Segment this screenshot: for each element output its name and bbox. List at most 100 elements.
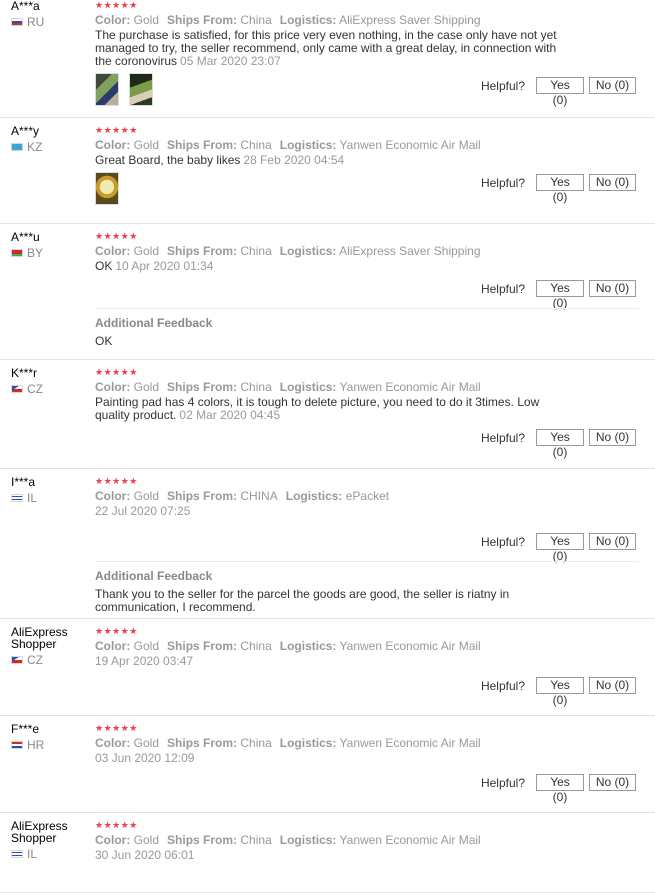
color-label: Color: — [95, 138, 131, 152]
reviewer-info: AliExpress Shopper IL — [11, 820, 89, 861]
review-content: ★★★★★ ★★★★★ Color: Gold Ships From: China Lo… — [95, 820, 565, 862]
review-content: ★★★★★ ★★★★★ Color: Gold Ships From: China Lo… — [95, 626, 565, 668]
review-date: 28 Feb 2020 04:54 — [243, 153, 345, 167]
review-body: 03 Jun 2020 12:09 — [95, 752, 565, 765]
country-flag-icon — [11, 249, 23, 257]
reviewer-country: IL — [11, 847, 89, 861]
review-date: 30 Jun 2020 06:01 — [95, 848, 195, 862]
review-photo-thumbnail[interactable] — [95, 172, 119, 205]
helpful-no-button[interactable]: No (0) — [589, 677, 636, 694]
helpful-yes-button[interactable]: Yes (0) — [536, 77, 584, 107]
country-code: HR — [27, 738, 45, 752]
star-rating: ★★★★★ ★★★★★ — [95, 626, 153, 636]
reviewer-name: A***y — [11, 124, 40, 138]
color-value: Gold — [133, 736, 160, 750]
logistics-value: AliExpress Saver Shipping — [339, 244, 481, 258]
star-rating: ★★★★★ ★★★★★ — [95, 367, 153, 377]
logistics-label: Logistics: — [279, 736, 337, 750]
review-card: AliExpress Shopper CZ ★★★★★ ★★★★★ Color: Gol… — [0, 619, 655, 716]
helpful-no-button[interactable]: No (0) — [589, 77, 636, 94]
review-body: The purchase is satisfied, for this pric… — [95, 29, 565, 68]
ships-from-value: China — [240, 13, 272, 27]
country-flag-icon — [11, 741, 23, 749]
helpful-yes-button[interactable]: Yes (0) — [536, 533, 584, 563]
country-code: CZ — [27, 653, 43, 667]
country-code: IL — [27, 847, 38, 861]
ships-from-label: Ships From: — [167, 244, 238, 258]
helpful-no-button[interactable]: No (0) — [589, 774, 636, 791]
helpful-vote: Helpful? Yes (0) No (0) — [481, 774, 636, 804]
color-value: Gold — [133, 13, 160, 27]
reviewer-country: HR — [11, 738, 89, 752]
color-value: Gold — [133, 138, 160, 152]
review-card: F***e HR ★★★★★ ★★★★★ Color: Gold Ships From: … — [0, 716, 655, 813]
helpful-no-button[interactable]: No (0) — [589, 174, 636, 191]
star-rating-filled: ★★★★★ — [95, 820, 138, 830]
review-card: K***r CZ ★★★★★ ★★★★★ Color: Gold Ships From: … — [0, 360, 655, 469]
review-content: ★★★★★ ★★★★★ Color: Gold Ships From: China Lo… — [95, 723, 565, 765]
reviewer-info: I***a IL — [11, 476, 89, 505]
reviewer-name: K***r — [11, 366, 38, 380]
reviewer-country: RU — [11, 15, 89, 29]
review-body: Great Board, the baby likes 28 Feb 2020 0… — [95, 154, 565, 167]
helpful-no-button[interactable]: No (0) — [589, 533, 636, 550]
review-card: A***y KZ ★★★★★ ★★★★★ Color: Gold Ships From: … — [0, 118, 655, 224]
country-flag-icon — [11, 18, 23, 26]
helpful-yes-button[interactable]: Yes (0) — [536, 677, 584, 707]
country-code: KZ — [27, 140, 43, 154]
helpful-label: Helpful? — [480, 281, 525, 296]
review-list: A***a RU ★★★★★ ★★★★★ Color: Gold Ships From: … — [0, 0, 655, 893]
review-date: 22 Jul 2020 07:25 — [95, 504, 191, 518]
ships-from-label: Ships From: — [167, 380, 238, 394]
reviewer-info: AliExpress Shopper CZ — [11, 626, 89, 667]
color-value: Gold — [133, 639, 160, 653]
color-label: Color: — [95, 13, 131, 27]
country-code: BY — [27, 246, 44, 260]
reviewer-info: F***e HR — [11, 723, 89, 752]
review-body: Painting pad has 4 colors, it is tough t… — [95, 396, 565, 422]
country-flag-icon — [11, 143, 23, 151]
reviewer-name: A***a — [11, 0, 40, 13]
star-rating: ★★★★★ ★★★★★ — [95, 231, 153, 241]
color-label: Color: — [95, 244, 131, 258]
color-label: Color: — [95, 489, 131, 503]
ships-from-value: China — [240, 639, 272, 653]
logistics-value: AliExpress Saver Shipping — [339, 13, 481, 27]
ships-from-label: Ships From: — [167, 138, 238, 152]
helpful-yes-button[interactable]: Yes (0) — [536, 174, 584, 204]
review-photos — [95, 172, 119, 205]
order-info: Color: Gold Ships From: China Logistics: A… — [95, 244, 565, 258]
helpful-no-button[interactable]: No (0) — [589, 280, 636, 297]
helpful-label: Helpful? — [480, 175, 525, 190]
helpful-no-button[interactable]: No (0) — [589, 429, 636, 446]
review-date: 05 Mar 2020 23:07 — [180, 54, 281, 68]
review-date: 10 Apr 2020 01:34 — [115, 259, 214, 273]
helpful-vote: Helpful? Yes (0) No (0) — [480, 174, 636, 204]
review-text: Painting pad has 4 colors, it is tough t… — [95, 395, 540, 422]
reviewer-name: AliExpress Shopper — [11, 819, 68, 845]
helpful-label: Helpful? — [480, 78, 525, 93]
logistics-label: Logistics: — [279, 380, 337, 394]
star-rating-filled: ★★★★★ — [95, 231, 138, 241]
review-photo-thumbnail[interactable] — [129, 73, 153, 106]
helpful-yes-button[interactable]: Yes (0) — [536, 429, 584, 459]
review-date: 19 Apr 2020 03:47 — [95, 654, 194, 668]
additional-feedback: Additional Feedback Thank you to the sell… — [95, 569, 565, 614]
review-photo-thumbnail[interactable] — [95, 73, 119, 106]
review-text: OK — [95, 259, 113, 273]
helpful-vote: Helpful? Yes (0) No (0) — [481, 429, 636, 459]
helpful-yes-button[interactable]: Yes (0) — [536, 774, 584, 804]
reviewer-info: A***a RU — [11, 0, 89, 29]
review-body: 30 Jun 2020 06:01 — [95, 849, 565, 862]
additional-feedback-divider — [95, 308, 639, 309]
reviewer-info: A***u BY — [11, 231, 89, 260]
star-rating-filled: ★★★★★ — [95, 476, 138, 486]
logistics-label: Logistics: — [279, 639, 337, 653]
helpful-label: Helpful? — [480, 534, 525, 549]
additional-feedback-text: Thank you to the seller for the parcel t… — [95, 587, 510, 614]
additional-feedback-title: Additional Feedback — [95, 316, 213, 330]
reviewer-name: F***e — [11, 722, 40, 736]
helpful-vote: Helpful? Yes (0) No (0) — [480, 280, 636, 310]
ships-from-value: China — [240, 138, 272, 152]
helpful-yes-button[interactable]: Yes (0) — [536, 280, 584, 310]
